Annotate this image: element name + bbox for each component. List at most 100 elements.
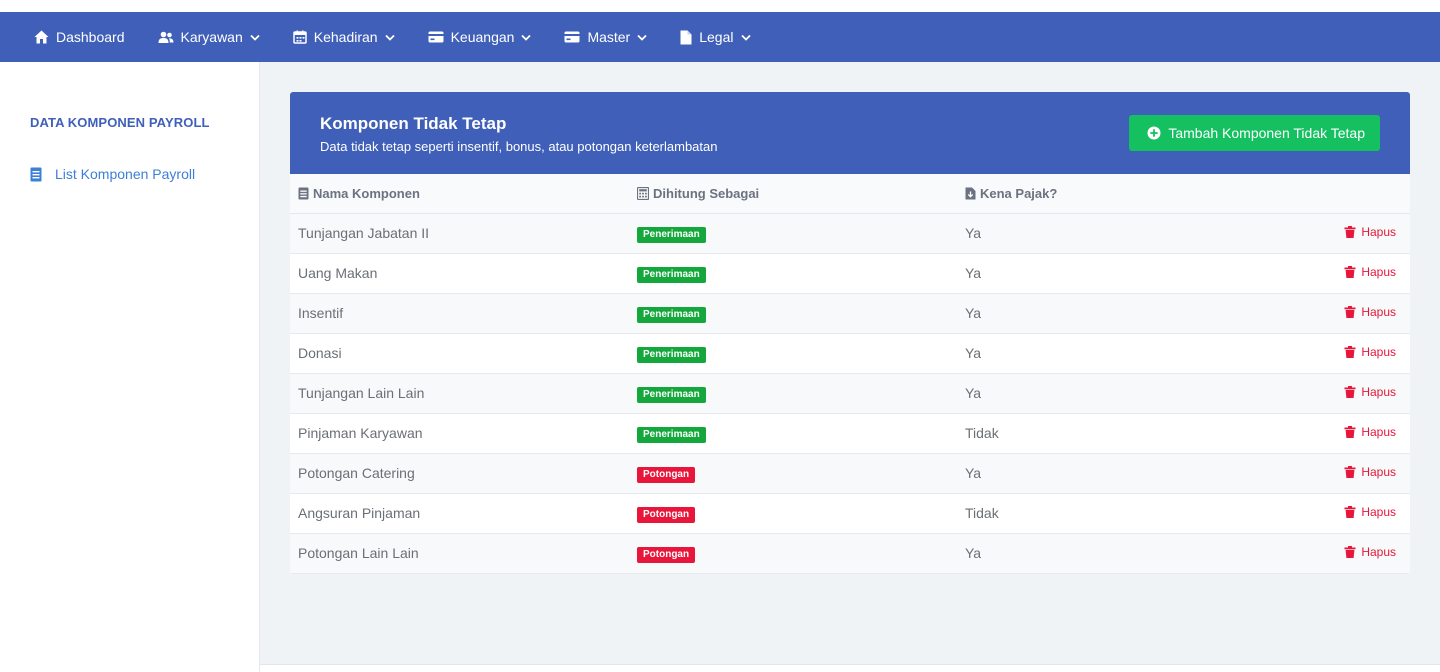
status-badge: Potongan bbox=[637, 506, 696, 523]
sidebar: DATA KOMPONEN PAYROLL List Komponen Payr… bbox=[0, 62, 260, 672]
delete-button[interactable]: Hapus bbox=[1344, 265, 1396, 279]
cell-component-name: Tunjangan Jabatan II bbox=[290, 213, 629, 254]
plus-circle-icon bbox=[1147, 126, 1161, 140]
delete-label: Hapus bbox=[1361, 425, 1396, 439]
trash-icon bbox=[1344, 266, 1356, 278]
chevron-down-icon bbox=[740, 34, 751, 41]
cell-component-name: Insentif bbox=[290, 293, 629, 334]
delete-button[interactable]: Hapus bbox=[1344, 545, 1396, 559]
trash-icon bbox=[1344, 506, 1356, 518]
table-row: Donasi Penerimaan Ya Hapus bbox=[290, 333, 1410, 374]
calculator-icon bbox=[637, 186, 649, 200]
status-badge: Penerimaan bbox=[637, 306, 706, 323]
header-dihitung-sebagai: Dihitung Sebagai bbox=[629, 174, 957, 214]
cell-actions: Hapus bbox=[1257, 253, 1410, 294]
cell-actions: Hapus bbox=[1257, 333, 1410, 374]
header-label: Kena Pajak? bbox=[980, 185, 1058, 201]
status-badge: Penerimaan bbox=[637, 226, 706, 243]
cell-calculated-as: Penerimaan bbox=[629, 213, 957, 254]
cell-taxable: Ya bbox=[957, 333, 1257, 374]
sidebar-heading: DATA KOMPONEN PAYROLL bbox=[30, 115, 210, 130]
nav-master[interactable]: Master bbox=[564, 29, 647, 45]
chevron-down-icon bbox=[521, 34, 532, 41]
nav-keuangan-label: Keuangan bbox=[450, 29, 515, 45]
table-row: Uang Makan Penerimaan Ya Hapus bbox=[290, 253, 1410, 294]
cell-calculated-as: Penerimaan bbox=[629, 253, 957, 294]
cell-calculated-as: Potongan bbox=[629, 493, 957, 534]
cell-actions: Hapus bbox=[1257, 413, 1410, 454]
file-download-icon bbox=[965, 187, 976, 200]
table-row: Angsuran Pinjaman Potongan Tidak Hapus bbox=[290, 493, 1410, 534]
list-icon bbox=[298, 187, 309, 200]
table-row: Tunjangan Lain Lain Penerimaan Ya Hapus bbox=[290, 373, 1410, 414]
delete-button[interactable]: Hapus bbox=[1344, 385, 1396, 399]
delete-button[interactable]: Hapus bbox=[1344, 225, 1396, 239]
status-badge: Penerimaan bbox=[637, 386, 706, 403]
header-kena-pajak: Kena Pajak? bbox=[957, 174, 1257, 214]
cell-actions: Hapus bbox=[1257, 373, 1410, 414]
add-component-label: Tambah Komponen Tidak Tetap bbox=[1168, 125, 1365, 141]
card-header: Komponen Tidak Tetap Data tidak tetap se… bbox=[290, 92, 1410, 174]
nav-legal[interactable]: Legal bbox=[680, 29, 751, 45]
cell-component-name: Angsuran Pinjaman bbox=[290, 493, 629, 534]
cell-actions: Hapus bbox=[1257, 293, 1410, 334]
cell-component-name: Potongan Catering bbox=[290, 453, 629, 494]
table-row: Potongan Lain Lain Potongan Ya Hapus bbox=[290, 533, 1410, 574]
delete-label: Hapus bbox=[1361, 225, 1396, 239]
table-row: Pinjaman Karyawan Penerimaan Tidak Hapus bbox=[290, 413, 1410, 454]
nav-karyawan-label: Karyawan bbox=[180, 29, 243, 45]
header-label: Nama Komponen bbox=[313, 185, 420, 201]
cell-taxable: Ya bbox=[957, 533, 1257, 574]
delete-label: Hapus bbox=[1361, 505, 1396, 519]
sidebar-item-list-komponen-payroll[interactable]: List Komponen Payroll bbox=[30, 166, 195, 182]
trash-icon bbox=[1344, 226, 1356, 238]
trash-icon bbox=[1344, 346, 1356, 358]
cell-calculated-as: Potongan bbox=[629, 453, 957, 494]
cell-actions: Hapus bbox=[1257, 493, 1410, 534]
table-row: Insentif Penerimaan Ya Hapus bbox=[290, 293, 1410, 334]
add-component-button[interactable]: Tambah Komponen Tidak Tetap bbox=[1129, 115, 1380, 151]
trash-icon bbox=[1344, 306, 1356, 318]
cell-taxable: Ya bbox=[957, 373, 1257, 414]
cell-taxable: Tidak bbox=[957, 493, 1257, 534]
table-row: Potongan Catering Potongan Ya Hapus bbox=[290, 453, 1410, 494]
delete-button[interactable]: Hapus bbox=[1344, 465, 1396, 479]
credit-card-icon bbox=[428, 31, 444, 43]
header-nama-komponen: Nama Komponen bbox=[290, 174, 629, 214]
delete-button[interactable]: Hapus bbox=[1344, 305, 1396, 319]
delete-button[interactable]: Hapus bbox=[1344, 505, 1396, 519]
chevron-down-icon bbox=[250, 34, 260, 41]
delete-label: Hapus bbox=[1361, 465, 1396, 479]
footer bbox=[260, 664, 1440, 672]
nav-karyawan[interactable]: Karyawan bbox=[158, 29, 260, 45]
trash-icon bbox=[1344, 546, 1356, 558]
delete-button[interactable]: Hapus bbox=[1344, 425, 1396, 439]
cell-actions: Hapus bbox=[1257, 533, 1410, 574]
delete-label: Hapus bbox=[1361, 545, 1396, 559]
main-content: Komponen Tidak Tetap Data tidak tetap se… bbox=[260, 62, 1440, 664]
header-actions bbox=[1257, 174, 1410, 214]
file-icon bbox=[680, 30, 692, 44]
delete-button[interactable]: Hapus bbox=[1344, 345, 1396, 359]
nav-dashboard[interactable]: Dashboard bbox=[34, 29, 125, 45]
nav-dashboard-label: Dashboard bbox=[56, 29, 125, 45]
cell-component-name: Tunjangan Lain Lain bbox=[290, 373, 629, 414]
delete-label: Hapus bbox=[1361, 385, 1396, 399]
card-subtitle: Data tidak tetap seperti insentif, bonus… bbox=[320, 139, 718, 154]
trash-icon bbox=[1344, 386, 1356, 398]
trash-icon bbox=[1344, 426, 1356, 438]
cell-calculated-as: Penerimaan bbox=[629, 293, 957, 334]
cell-taxable: Ya bbox=[957, 213, 1257, 254]
cell-taxable: Tidak bbox=[957, 413, 1257, 454]
top-navbar: Dashboard Karyawan Kehadiran Keuangan Ma… bbox=[0, 12, 1440, 62]
status-badge: Potongan bbox=[637, 466, 696, 483]
payroll-component-table: Nama Komponen Dihitung Sebagai Kena Paja… bbox=[290, 174, 1410, 574]
cell-actions: Hapus bbox=[1257, 453, 1410, 494]
nav-kehadiran-label: Kehadiran bbox=[313, 29, 378, 45]
cell-actions: Hapus bbox=[1257, 213, 1410, 254]
nav-keuangan[interactable]: Keuangan bbox=[428, 29, 532, 45]
status-badge: Potongan bbox=[637, 546, 696, 563]
list-icon bbox=[30, 167, 42, 181]
table-header-row: Nama Komponen Dihitung Sebagai Kena Paja… bbox=[290, 174, 1410, 214]
nav-kehadiran[interactable]: Kehadiran bbox=[293, 29, 395, 45]
